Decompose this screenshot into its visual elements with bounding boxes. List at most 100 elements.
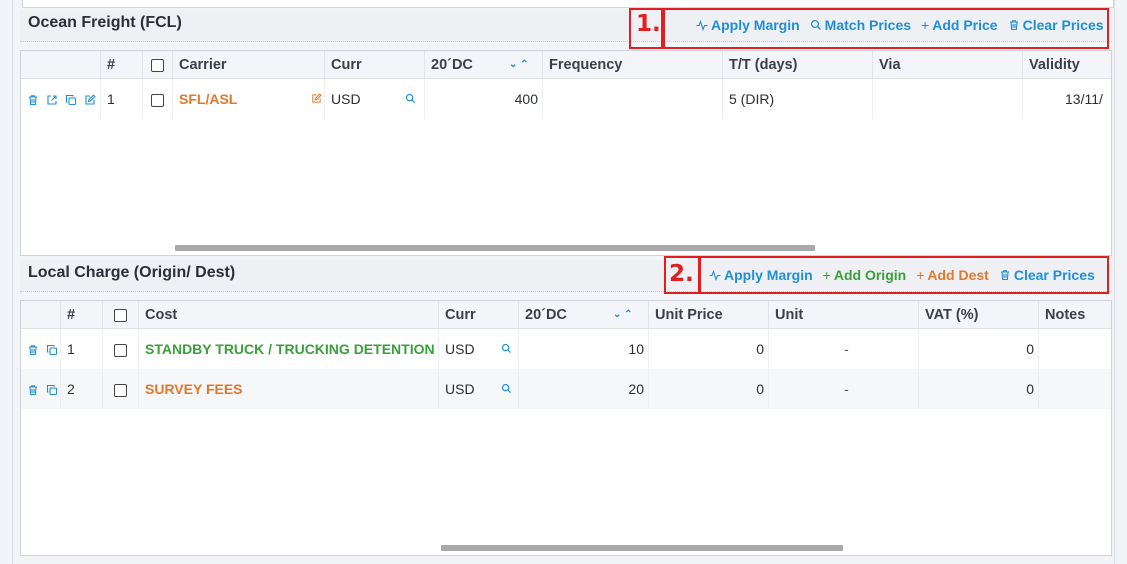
sort-arrows-icon[interactable]: ⌄ ⌃ xyxy=(509,51,529,79)
ocean-header-row: # Carrier Curr 20´DC ⌄ ⌃ Frequency T/T (… xyxy=(21,51,1111,79)
add-origin-button[interactable]: + Add Origin xyxy=(823,267,907,283)
actions-column-header xyxy=(21,301,61,329)
col-tt-header[interactable]: T/T (days) xyxy=(723,51,873,79)
price-20dc-cell[interactable]: 400 xyxy=(425,79,543,119)
row-checkbox[interactable] xyxy=(114,383,127,397)
apply-margin-label: Apply Margin xyxy=(724,267,813,283)
table-row[interactable]: 1 SFL/ASL USD 400 5 (DIR) 13/11/ xyxy=(21,79,1111,119)
annotation-box-2-label xyxy=(664,256,700,294)
clear-prices-button[interactable]: Clear Prices xyxy=(1008,17,1104,33)
add-origin-label: Add Origin xyxy=(833,267,907,283)
row-actions xyxy=(21,369,61,409)
plus-icon: + xyxy=(916,267,925,283)
tt-cell[interactable]: 5 (DIR) xyxy=(723,79,873,119)
select-all-checkbox[interactable] xyxy=(151,58,164,72)
annotation-box-1-label xyxy=(629,8,663,49)
col-vat-header[interactable]: VAT (%) xyxy=(919,301,1039,329)
external-link-icon[interactable] xyxy=(46,94,58,106)
search-icon[interactable] xyxy=(501,383,512,394)
col-notes-header[interactable]: Notes xyxy=(1039,301,1111,329)
trash-icon[interactable] xyxy=(27,384,39,396)
match-prices-button[interactable]: Match Prices xyxy=(810,17,911,33)
validity-cell[interactable]: 13/11/ xyxy=(1023,79,1111,119)
col-20dc-label: 20´DC xyxy=(431,57,473,73)
curr-cell[interactable]: USD xyxy=(439,369,519,409)
col-unit-header[interactable]: Unit xyxy=(769,301,919,329)
unit-price-cell[interactable]: 0 xyxy=(649,329,769,369)
row-checkbox[interactable] xyxy=(114,343,127,357)
ocean-actions: Apply Margin Match Prices + Add Price Cl… xyxy=(696,17,1104,33)
copy-icon[interactable] xyxy=(46,344,58,356)
row-checkbox-cell xyxy=(103,369,139,409)
unit-price-cell[interactable]: 0 xyxy=(649,369,769,409)
row-checkbox-cell xyxy=(103,329,139,369)
col-curr-header[interactable]: Curr xyxy=(325,51,425,79)
col-via-header[interactable]: Via xyxy=(873,51,1023,79)
clear-prices-button[interactable]: Clear Prices xyxy=(999,267,1095,283)
curr-cell[interactable]: USD xyxy=(325,79,425,119)
match-prices-label: Match Prices xyxy=(824,17,912,33)
col-20dc-header[interactable]: 20´DC ⌄ ⌃ xyxy=(425,51,543,79)
col-unit-price-header[interactable]: Unit Price xyxy=(649,301,769,329)
cost-cell[interactable]: STANDBY TRUCK / TRUCKING DETENTION CHARG… xyxy=(139,329,439,369)
pulse-icon xyxy=(709,269,721,281)
carrier-cell[interactable]: SFL/ASL xyxy=(173,79,325,119)
ocean-freight-grid: # Carrier Curr 20´DC ⌄ ⌃ Frequency T/T (… xyxy=(20,50,1112,256)
apply-margin-label: Apply Margin xyxy=(711,17,800,33)
col-curr-header[interactable]: Curr xyxy=(439,301,519,329)
col-validity-header[interactable]: Validity xyxy=(1023,51,1111,79)
table-row[interactable]: 2 SURVEY FEES USD 20 0 - 0 xyxy=(21,369,1111,409)
row-actions xyxy=(21,329,61,369)
row-checkbox[interactable] xyxy=(151,93,164,107)
add-price-button[interactable]: + Add Price xyxy=(921,17,998,33)
curr-cell[interactable]: USD xyxy=(439,329,519,369)
via-cell[interactable] xyxy=(873,79,1023,119)
row-number: 2 xyxy=(61,369,103,409)
edit-icon[interactable] xyxy=(84,94,96,106)
top-panel-edge xyxy=(22,0,1114,8)
cost-cell[interactable]: SURVEY FEES xyxy=(139,369,439,409)
select-all-checkbox[interactable] xyxy=(114,308,127,322)
copy-icon[interactable] xyxy=(65,94,77,106)
unit-cell[interactable]: - xyxy=(769,369,919,409)
horizontal-scrollbar[interactable] xyxy=(441,545,843,551)
frequency-cell[interactable] xyxy=(543,79,723,119)
col-20dc-header[interactable]: 20´DC ⌄ ⌃ xyxy=(519,301,649,329)
local-actions: Apply Margin + Add Origin + Add Dest Cle… xyxy=(709,267,1095,283)
row-actions xyxy=(21,79,101,119)
search-icon xyxy=(810,19,822,31)
col-carrier-header[interactable]: Carrier xyxy=(173,51,325,79)
notes-cell[interactable] xyxy=(1039,369,1111,409)
trash-icon[interactable] xyxy=(27,94,39,106)
edit-carrier-icon[interactable] xyxy=(311,93,322,104)
curr-value: USD xyxy=(331,91,361,107)
notes-cell[interactable] xyxy=(1039,329,1111,369)
apply-margin-button[interactable]: Apply Margin xyxy=(709,267,813,283)
copy-icon[interactable] xyxy=(46,384,58,396)
vat-cell[interactable]: 0 xyxy=(919,369,1039,409)
sort-arrows-icon[interactable]: ⌄ ⌃ xyxy=(613,301,633,329)
actions-column-header xyxy=(21,51,101,79)
search-icon[interactable] xyxy=(501,343,512,354)
ocean-freight-title: Ocean Freight (FCL) xyxy=(28,14,182,31)
table-row[interactable]: 1 STANDBY TRUCK / TRUCKING DETENTION CHA… xyxy=(21,329,1111,369)
col-20dc-label: 20´DC xyxy=(525,307,567,323)
unit-cell[interactable]: - xyxy=(769,329,919,369)
add-dest-button[interactable]: + Add Dest xyxy=(916,267,989,283)
col-cost-header[interactable]: Cost xyxy=(139,301,439,329)
curr-value: USD xyxy=(445,381,475,397)
col-frequency-header[interactable]: Frequency xyxy=(543,51,723,79)
pulse-icon xyxy=(696,19,708,31)
trash-icon[interactable] xyxy=(27,344,39,356)
vat-cell[interactable]: 0 xyxy=(919,329,1039,369)
search-icon[interactable] xyxy=(405,93,416,104)
apply-margin-button[interactable]: Apply Margin xyxy=(696,17,800,33)
price-20dc-cell[interactable]: 20 xyxy=(519,369,649,409)
add-dest-label: Add Dest xyxy=(927,267,989,283)
price-20dc-cell[interactable]: 10 xyxy=(519,329,649,369)
add-price-label: Add Price xyxy=(932,17,998,33)
horizontal-scrollbar[interactable] xyxy=(175,245,815,251)
col-number-header: # xyxy=(101,51,143,79)
plus-icon: + xyxy=(921,17,930,33)
col-number-header: # xyxy=(61,301,103,329)
